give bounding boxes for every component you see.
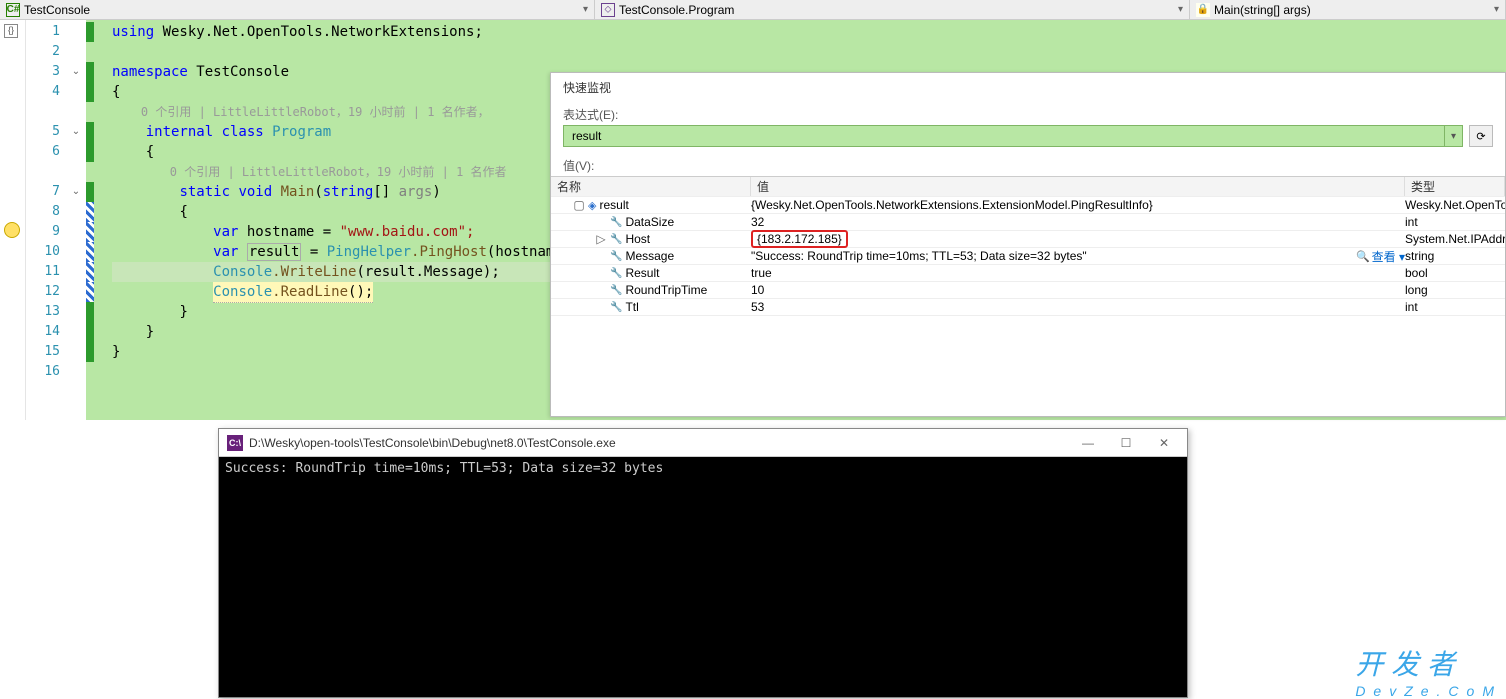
breadcrumb-class[interactable]: ⬦ TestConsole.Program ▾ xyxy=(595,0,1190,19)
lightbulb-icon[interactable] xyxy=(4,222,20,238)
editor-glyph-margin: {} xyxy=(0,20,26,420)
wrench-icon: 🔧 xyxy=(610,302,622,313)
line-numbers: 1234 56 78910111213141516 xyxy=(26,20,66,420)
console-titlebar[interactable]: C:\ D:\Wesky\open-tools\TestConsole\bin\… xyxy=(219,429,1187,457)
wrench-icon: 🔧 xyxy=(610,285,622,296)
breadcrumb-project[interactable]: C# TestConsole ▾ xyxy=(0,0,595,19)
class-icon: ⬦ xyxy=(601,3,615,17)
quickwatch-panel: 快速监视 表达式(E): ▾ ⟳ 值(V): 名称 值 类型 ▢◈result {… xyxy=(550,72,1506,417)
expression-label: 表达式(E): xyxy=(551,102,1505,125)
quickwatch-row[interactable]: 🔧RoundTripTime 10 long xyxy=(551,282,1505,299)
expression-input-wrap: ▾ xyxy=(563,125,1463,147)
minimize-button[interactable]: — xyxy=(1073,433,1103,453)
wrench-icon: 🔧 xyxy=(610,234,622,245)
column-header-value[interactable]: 值 xyxy=(751,177,1405,196)
row-value: {Wesky.Net.OpenTools.NetworkExtensions.E… xyxy=(751,198,1153,212)
watermark: 开 发 者 DevZe.CoM xyxy=(1355,643,1502,699)
expression-input[interactable] xyxy=(564,129,1444,143)
breadcrumb-method-label: Main(string[] args) xyxy=(1214,3,1311,17)
reevaluate-button[interactable]: ⟳ xyxy=(1469,125,1493,147)
row-value: true xyxy=(751,266,772,280)
breadcrumb-method[interactable]: 🔒 Main(string[] args) ▾ xyxy=(1190,0,1506,19)
row-name: RoundTripTime xyxy=(625,283,707,297)
expand-toggle[interactable]: ▷ xyxy=(595,232,607,246)
expand-toggle[interactable]: ▢ xyxy=(573,198,585,212)
row-name: Message xyxy=(625,249,674,263)
row-name: Result xyxy=(625,266,659,280)
method-icon: 🔒 xyxy=(1196,3,1210,17)
wrench-icon: 🔧 xyxy=(610,268,622,279)
maximize-button[interactable]: ☐ xyxy=(1111,433,1141,453)
row-type: long xyxy=(1405,283,1505,297)
console-title-text: D:\Wesky\open-tools\TestConsole\bin\Debu… xyxy=(249,436,616,450)
chevron-down-icon[interactable]: ▾ xyxy=(583,4,588,15)
row-value: 53 xyxy=(751,300,764,314)
change-bar xyxy=(86,20,94,420)
expression-dropdown-button[interactable]: ▾ xyxy=(1444,126,1462,146)
breadcrumb-project-label: TestConsole xyxy=(24,3,90,17)
magnifier-icon: 🔍 xyxy=(1356,250,1370,263)
row-name: Ttl xyxy=(625,300,638,314)
chevron-down-icon[interactable]: ▾ xyxy=(1178,4,1183,15)
console-output[interactable]: Success: RoundTrip time=10ms; TTL=53; Da… xyxy=(219,457,1187,697)
row-name: result xyxy=(599,198,628,212)
csharp-icon: C# xyxy=(6,3,20,17)
row-name: Host xyxy=(625,232,650,246)
row-type: bool xyxy=(1405,266,1505,280)
quickwatch-title: 快速监视 xyxy=(551,73,1505,102)
close-button[interactable]: ✕ xyxy=(1149,433,1179,453)
breadcrumb-class-label: TestConsole.Program xyxy=(619,3,734,17)
folding-column[interactable]: ⌄⌄⌄ xyxy=(66,20,86,420)
chevron-down-icon[interactable]: ▾ xyxy=(1494,4,1499,15)
wrench-icon: 🔧 xyxy=(610,217,622,228)
row-type: int xyxy=(1405,300,1505,314)
quickwatch-row[interactable]: ▷🔧Host {183.2.172.185} System.Net.IPAddr xyxy=(551,231,1505,248)
breadcrumb-bar: C# TestConsole ▾ ⬦ TestConsole.Program ▾… xyxy=(0,0,1506,20)
row-value: 32 xyxy=(751,215,764,229)
cube-icon: ◈ xyxy=(588,199,596,212)
row-value: "Success: RoundTrip time=10ms; TTL=53; D… xyxy=(751,249,1087,263)
view-link[interactable]: 🔍查看 ▾ xyxy=(1356,248,1405,265)
row-type: string xyxy=(1405,249,1505,263)
row-value: 10 xyxy=(751,283,764,297)
quickwatch-row[interactable]: 🔧Result true bool xyxy=(551,265,1505,282)
quickwatch-row[interactable]: 🔧Ttl 53 int xyxy=(551,299,1505,316)
console-app-icon: C:\ xyxy=(227,435,243,451)
quickwatch-row[interactable]: ▢◈result {Wesky.Net.OpenTools.NetworkExte… xyxy=(551,197,1505,214)
console-line: Success: RoundTrip time=10ms; TTL=53; Da… xyxy=(225,461,1181,476)
quickwatch-row[interactable]: 🔧DataSize 32 int xyxy=(551,214,1505,231)
value-label: 值(V): xyxy=(551,153,1505,176)
struct-icon: {} xyxy=(4,24,18,38)
console-window: C:\ D:\Wesky\open-tools\TestConsole\bin\… xyxy=(218,428,1188,698)
wrench-icon: 🔧 xyxy=(610,251,622,262)
row-name: DataSize xyxy=(625,215,674,229)
column-header-name[interactable]: 名称 xyxy=(551,177,751,196)
quickwatch-row[interactable]: 🔧Message "Success: RoundTrip time=10ms; T… xyxy=(551,248,1505,265)
row-type: System.Net.IPAddr xyxy=(1405,232,1505,246)
quickwatch-grid: 名称 值 类型 ▢◈result {Wesky.Net.OpenTools.Net… xyxy=(551,176,1505,316)
row-type: int xyxy=(1405,215,1505,229)
column-header-type[interactable]: 类型 xyxy=(1405,177,1505,196)
row-value: {183.2.172.185} xyxy=(751,230,848,248)
row-type: Wesky.Net.OpenTo xyxy=(1405,198,1505,212)
